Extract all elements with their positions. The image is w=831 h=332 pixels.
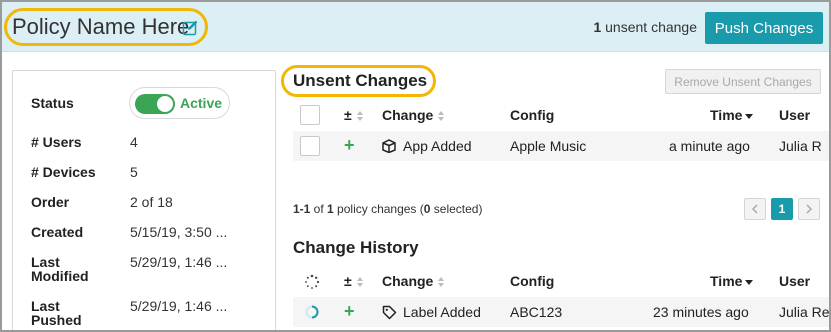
last-pushed-label: Last Pushed bbox=[31, 299, 82, 327]
history-column-change-label: Change bbox=[382, 273, 434, 289]
toggle-knob bbox=[157, 96, 173, 112]
tag-icon bbox=[382, 305, 397, 320]
pager-page-button[interactable]: 1 bbox=[771, 198, 793, 220]
history-column-config[interactable]: Config bbox=[510, 273, 554, 289]
pager-end: selected) bbox=[430, 202, 483, 216]
last-modified-value: 5/29/19, 1:46 ... bbox=[130, 254, 228, 270]
chevron-left-icon bbox=[751, 204, 758, 214]
order-label: Order bbox=[31, 194, 70, 210]
unsent-count-text: unsent change bbox=[601, 19, 697, 35]
last-pushed-label-line1: Last bbox=[31, 298, 60, 314]
loading-spinner-icon bbox=[305, 274, 320, 289]
added-plus-icon: + bbox=[344, 301, 355, 321]
column-pm-label: ± bbox=[344, 107, 352, 123]
column-time[interactable]: Time bbox=[710, 107, 754, 123]
last-modified-label: Last Modified bbox=[31, 255, 89, 283]
policy-header: Policy Name Here 1 unsent change Push Ch… bbox=[2, 2, 829, 52]
status-label: Status bbox=[31, 95, 74, 111]
sort-icon bbox=[438, 111, 445, 122]
row-user: Julia R bbox=[779, 138, 822, 154]
policy-name: Policy Name Here bbox=[12, 14, 190, 39]
policy-details-panel: Status Active # Users 4 # Devices 5 Orde… bbox=[12, 70, 276, 330]
history-column-pm[interactable]: ± bbox=[344, 273, 364, 289]
push-changes-button[interactable]: Push Changes bbox=[705, 12, 823, 44]
select-all-checkbox[interactable] bbox=[300, 105, 320, 125]
sort-icon bbox=[356, 277, 363, 288]
history-column-pm-label: ± bbox=[344, 273, 352, 289]
history-column-time-label: Time bbox=[710, 273, 743, 289]
column-time-label: Time bbox=[710, 107, 743, 123]
sort-icon bbox=[356, 111, 363, 122]
column-change-label: Change bbox=[382, 107, 434, 123]
sort-desc-icon bbox=[745, 279, 754, 285]
last-pushed-value: 5/29/19, 1:46 ... bbox=[130, 298, 228, 314]
history-row-time: 23 minutes ago bbox=[653, 304, 749, 320]
remove-unsent-button[interactable]: Remove Unsent Changes bbox=[665, 69, 821, 94]
pager-mid: policy changes ( bbox=[333, 202, 424, 216]
created-label: Created bbox=[31, 224, 84, 240]
column-pm[interactable]: ± bbox=[344, 107, 364, 123]
devices-label: # Devices bbox=[31, 164, 96, 180]
added-plus-icon: + bbox=[344, 135, 355, 155]
pager-range: 1-1 bbox=[293, 202, 311, 216]
column-config[interactable]: Config bbox=[510, 107, 554, 123]
status-toggle[interactable]: Active bbox=[129, 87, 230, 119]
users-label: # Users bbox=[31, 134, 82, 150]
pager-summary: 1-1 of 1 policy changes (0 selected) bbox=[293, 202, 482, 216]
order-value: 2 of 18 bbox=[130, 194, 173, 210]
history-column-user[interactable]: User bbox=[779, 273, 810, 289]
row-config: Apple Music bbox=[510, 138, 587, 154]
pager-of: of bbox=[310, 202, 328, 216]
sort-desc-icon bbox=[745, 113, 754, 119]
change-history-title: Change History bbox=[293, 238, 419, 257]
history-column-change[interactable]: Change bbox=[382, 273, 445, 289]
history-row-change: Label Added bbox=[403, 304, 481, 320]
sort-icon bbox=[438, 277, 445, 288]
row-change: App Added bbox=[403, 138, 472, 154]
pager-next-button[interactable] bbox=[798, 198, 820, 220]
last-pushed-label-line2: Pushed bbox=[31, 312, 82, 328]
package-icon bbox=[382, 139, 396, 153]
created-value: 5/15/19, 3:50 ... bbox=[130, 224, 228, 240]
column-change[interactable]: Change bbox=[382, 107, 445, 123]
history-row-user: Julia Re bbox=[779, 304, 830, 320]
unsent-change-count: 1 unsent change bbox=[593, 19, 697, 35]
users-value: 4 bbox=[130, 134, 138, 150]
pager-prev-button[interactable] bbox=[744, 198, 766, 220]
chevron-right-icon bbox=[806, 204, 813, 214]
last-modified-label-line1: Last bbox=[31, 254, 60, 270]
row-checkbox[interactable] bbox=[300, 136, 320, 156]
app-frame: Policy Name Here 1 unsent change Push Ch… bbox=[0, 0, 831, 332]
status-value: Active bbox=[180, 95, 223, 111]
toggle-switch[interactable] bbox=[135, 94, 175, 114]
last-modified-label-line2: Modified bbox=[31, 268, 89, 284]
edit-icon[interactable] bbox=[182, 19, 199, 36]
row-time: a minute ago bbox=[669, 138, 750, 154]
unsent-changes-title: Unsent Changes bbox=[293, 71, 428, 90]
history-row-config: ABC123 bbox=[510, 304, 563, 320]
pager-total: 1 bbox=[327, 202, 334, 216]
history-column-time[interactable]: Time bbox=[710, 273, 754, 289]
column-user[interactable]: User bbox=[779, 107, 810, 123]
pending-status-icon bbox=[305, 305, 319, 319]
devices-value: 5 bbox=[130, 164, 138, 180]
